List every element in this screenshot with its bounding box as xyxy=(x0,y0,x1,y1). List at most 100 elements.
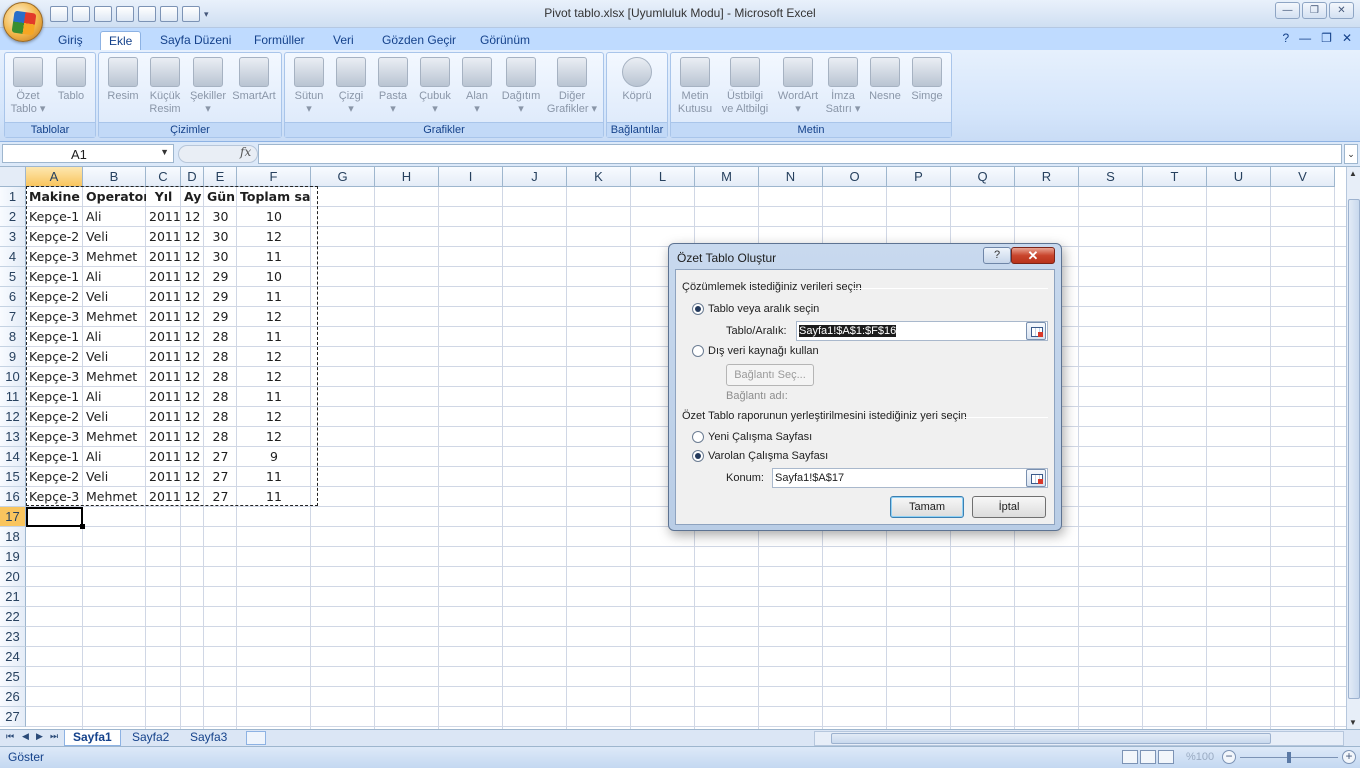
collapse-dialog-icon[interactable] xyxy=(1026,322,1046,340)
table-cell[interactable]: Kepçe-1 xyxy=(26,207,83,227)
table-header-cell[interactable]: Ay xyxy=(181,187,204,207)
radio-external-source[interactable] xyxy=(692,345,704,357)
table-cell[interactable]: 2011 xyxy=(146,407,181,427)
pivot-table-button[interactable]: Özet Tablo ▾ xyxy=(8,55,48,116)
tab-home[interactable]: Giriş xyxy=(50,31,91,51)
row-header[interactable]: 6 xyxy=(0,287,26,307)
zoom-out-button[interactable]: − xyxy=(1222,750,1236,764)
radio-new-worksheet-label[interactable]: Yeni Çalışma Sayfası xyxy=(708,431,812,443)
table-cell[interactable]: Veli xyxy=(83,287,146,307)
cancel-button[interactable]: İptal xyxy=(972,496,1046,518)
hyperlink-button[interactable]: Köprü xyxy=(617,55,657,103)
table-cell[interactable]: Mehmet xyxy=(83,307,146,327)
column-header-p[interactable]: P xyxy=(887,167,951,187)
row-header[interactable]: 5 xyxy=(0,267,26,287)
vertical-scrollbar[interactable]: ▲ ▼ xyxy=(1346,167,1360,729)
sheet-tab-sayfa1[interactable]: Sayfa1 xyxy=(64,730,121,746)
location-input[interactable]: Sayfa1!$A$17 xyxy=(772,468,1048,488)
row-header[interactable]: 7 xyxy=(0,307,26,327)
row-header[interactable]: 13 xyxy=(0,427,26,447)
table-cell[interactable]: 2011 xyxy=(146,207,181,227)
column-header-m[interactable]: M xyxy=(695,167,759,187)
row-header[interactable]: 3 xyxy=(0,227,26,247)
table-cell[interactable]: 28 xyxy=(204,367,237,387)
table-cell[interactable]: 12 xyxy=(181,367,204,387)
page-break-view-icon[interactable] xyxy=(1158,750,1174,764)
table-cell[interactable]: 2011 xyxy=(146,247,181,267)
row-header[interactable]: 19 xyxy=(0,547,26,567)
table-cell[interactable]: 28 xyxy=(204,387,237,407)
column-header-i[interactable]: I xyxy=(439,167,503,187)
collapse-dialog-icon[interactable] xyxy=(1026,469,1046,487)
symbol-button[interactable]: Simge xyxy=(907,55,947,103)
radio-table-range[interactable] xyxy=(692,303,704,315)
vertical-scroll-thumb[interactable] xyxy=(1348,199,1360,699)
table-cell[interactable]: 2011 xyxy=(146,427,181,447)
row-header[interactable]: 11 xyxy=(0,387,26,407)
first-sheet-icon[interactable]: ⏮ xyxy=(6,731,14,742)
table-cell[interactable]: 30 xyxy=(204,247,237,267)
select-all-corner[interactable] xyxy=(0,167,26,187)
table-cell[interactable]: 11 xyxy=(237,467,311,487)
close-window-button[interactable]: ✕ xyxy=(1329,2,1354,19)
column-header-e[interactable]: E xyxy=(204,167,237,187)
column-header-q[interactable]: Q xyxy=(951,167,1015,187)
row-header[interactable]: 10 xyxy=(0,367,26,387)
table-cell[interactable]: 12 xyxy=(237,427,311,447)
table-cell[interactable]: Kepçe-2 xyxy=(26,227,83,247)
table-cell[interactable]: Kepçe-3 xyxy=(26,307,83,327)
tab-page-layout[interactable]: Sayfa Düzeni xyxy=(152,31,239,51)
clip-art-button[interactable]: Küçük Resim xyxy=(145,55,185,116)
table-range-input[interactable]: Sayfa1!$A$1:$F$16 xyxy=(796,321,1048,341)
table-cell[interactable]: Mehmet xyxy=(83,367,146,387)
table-cell[interactable]: 12 xyxy=(181,407,204,427)
table-cell[interactable]: 12 xyxy=(181,447,204,467)
table-cell[interactable]: 12 xyxy=(181,287,204,307)
table-cell[interactable]: 28 xyxy=(204,347,237,367)
table-cell[interactable]: 28 xyxy=(204,407,237,427)
line-chart-button[interactable]: Çizgi ▾ xyxy=(331,55,371,116)
row-header[interactable]: 25 xyxy=(0,667,26,687)
table-cell[interactable]: Kepçe-2 xyxy=(26,287,83,307)
tab-formulas[interactable]: Formüller xyxy=(246,31,313,51)
scroll-up-icon[interactable]: ▲ xyxy=(1349,169,1357,178)
table-cell[interactable]: 2011 xyxy=(146,387,181,407)
radio-existing-worksheet-label[interactable]: Varolan Çalışma Sayfası xyxy=(708,450,828,462)
table-cell[interactable]: 28 xyxy=(204,427,237,447)
radio-table-range-label[interactable]: Tablo veya aralık seçin xyxy=(708,303,819,315)
table-cell[interactable]: 11 xyxy=(237,387,311,407)
column-header-v[interactable]: V xyxy=(1271,167,1335,187)
table-cell[interactable]: 11 xyxy=(237,247,311,267)
column-header-j[interactable]: J xyxy=(503,167,567,187)
office-button[interactable] xyxy=(3,2,43,42)
scroll-down-icon[interactable]: ▼ xyxy=(1349,718,1357,727)
row-header[interactable]: 23 xyxy=(0,627,26,647)
table-cell[interactable]: Veli xyxy=(83,227,146,247)
table-cell[interactable]: 11 xyxy=(237,327,311,347)
table-cell[interactable]: 2011 xyxy=(146,287,181,307)
ok-button[interactable]: Tamam xyxy=(890,496,964,518)
table-cell[interactable]: 2011 xyxy=(146,267,181,287)
table-cell[interactable]: 2011 xyxy=(146,327,181,347)
table-cell[interactable]: 11 xyxy=(237,287,311,307)
table-cell[interactable]: Kepçe-3 xyxy=(26,247,83,267)
active-cell-a17[interactable] xyxy=(26,507,85,529)
table-cell[interactable]: 12 xyxy=(237,347,311,367)
zoom-in-button[interactable]: + xyxy=(1342,750,1356,764)
scatter-chart-button[interactable]: Dağıtım ▾ xyxy=(499,55,543,116)
radio-new-worksheet[interactable] xyxy=(692,431,704,443)
table-cell[interactable]: Ali xyxy=(83,267,146,287)
zoom-level[interactable]: %100 xyxy=(1186,751,1214,763)
table-cell[interactable]: Kepçe-1 xyxy=(26,267,83,287)
table-cell[interactable]: 9 xyxy=(237,447,311,467)
column-header-d[interactable]: D xyxy=(181,167,204,187)
table-cell[interactable]: Ali xyxy=(83,447,146,467)
table-cell[interactable]: Mehmet xyxy=(83,247,146,267)
row-header[interactable]: 27 xyxy=(0,707,26,727)
row-header[interactable]: 17 xyxy=(0,507,26,527)
minimize-button[interactable]: — xyxy=(1275,2,1300,19)
table-cell[interactable]: Ali xyxy=(83,207,146,227)
column-header-l[interactable]: L xyxy=(631,167,695,187)
table-cell[interactable]: Kepçe-2 xyxy=(26,407,83,427)
tab-review[interactable]: Gözden Geçir xyxy=(374,31,464,51)
